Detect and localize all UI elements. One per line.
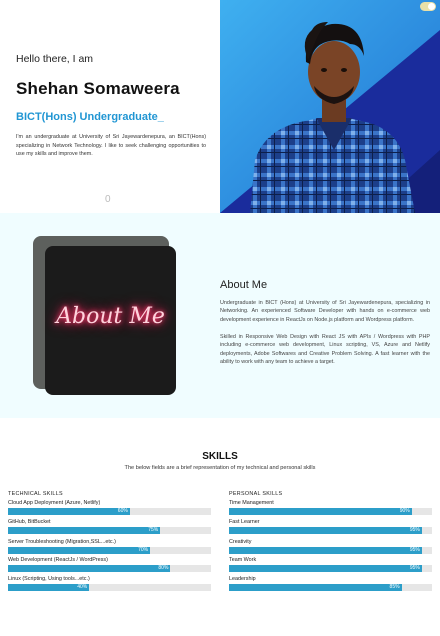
- about-section: About Me About Me Undergraduate in BICT …: [0, 213, 440, 418]
- skill-bar: 95%: [229, 527, 432, 534]
- profile-photo-illustration: [220, 0, 440, 213]
- skill-bar: 95%: [229, 565, 432, 572]
- hero-name: Shehan Somaweera: [16, 79, 180, 98]
- skill-bar-fill: [8, 565, 171, 572]
- skill-bar-fill: [8, 508, 130, 515]
- technical-skill-item: GitHub, BitBucket 75%: [8, 519, 211, 534]
- technical-skill-item: Cloud App Deployment (Azure, Netlify) 60…: [8, 500, 211, 515]
- neon-about-sign: About Me: [56, 304, 165, 329]
- skills-section: SKILLS The below fields are a brief repr…: [0, 418, 440, 636]
- personal-skill-item: Leadership 85%: [229, 576, 432, 591]
- about-card: About Me: [45, 246, 176, 395]
- skill-bar: 95%: [229, 547, 432, 554]
- theme-toggle-icon[interactable]: [428, 3, 435, 10]
- skill-label: GitHub, BitBucket: [8, 519, 51, 525]
- skill-bar: 40%: [8, 584, 211, 591]
- profile-photo: [220, 0, 440, 213]
- skill-bar: 70%: [8, 547, 211, 554]
- technical-skills-title: TECHNICAL SKILLS: [8, 491, 63, 497]
- skill-bar: 75%: [8, 527, 211, 534]
- skill-bar-fill: [8, 527, 161, 534]
- skill-percent: 95%: [409, 547, 420, 553]
- skill-label: Linux (Scripting, Using tools...etc.): [8, 576, 90, 582]
- personal-skill-item: Fast Learner 95%: [229, 519, 432, 534]
- hero-role: BICT(Hons) Undergraduate_: [16, 111, 164, 123]
- skill-bar: 90%: [229, 508, 432, 515]
- skill-bar-fill: [229, 584, 402, 591]
- skill-percent: 75%: [148, 527, 159, 533]
- technical-skill-item: Server Troubleshooting (Migration,SSL...…: [8, 539, 211, 554]
- skill-bar-fill: [229, 547, 422, 554]
- skill-percent: 95%: [409, 565, 420, 571]
- skill-percent: 80%: [158, 565, 169, 571]
- about-paragraph-1: Undergraduate in BICT (Hons) at Universi…: [220, 300, 430, 323]
- skill-percent: 85%: [389, 584, 400, 590]
- skill-bar-fill: [229, 527, 422, 534]
- skill-percent: 40%: [77, 584, 88, 590]
- skill-label: Cloud App Deployment (Azure, Netlify): [8, 500, 101, 506]
- skill-percent: 70%: [138, 547, 149, 553]
- about-title: About Me: [220, 279, 268, 291]
- skill-percent: 95%: [409, 527, 420, 533]
- scroll-indicator[interactable]: 0: [105, 194, 111, 205]
- skill-bar: 85%: [229, 584, 432, 591]
- skills-subtitle: The below fields are a brief representat…: [124, 465, 316, 471]
- greeting-text: Hello there, I am: [16, 53, 94, 65]
- skill-percent: 60%: [117, 508, 128, 514]
- hero-section: Hello there, I am Shehan Somaweera BICT(…: [0, 0, 440, 213]
- skills-title: SKILLS: [202, 451, 238, 462]
- skill-bar: 60%: [8, 508, 211, 515]
- theme-toggle[interactable]: [420, 2, 436, 11]
- technical-skill-item: Linux (Scripting, Using tools...etc.) 40…: [8, 576, 211, 591]
- skill-bar-fill: [229, 508, 412, 515]
- personal-skill-item: Time Management 90%: [229, 500, 432, 515]
- skill-label: Time Management: [229, 500, 274, 506]
- personal-skill-item: Creativity 95%: [229, 539, 432, 554]
- skill-label: Leadership: [229, 576, 256, 582]
- skill-bar: 80%: [8, 565, 211, 572]
- skill-label: Team Work: [229, 557, 257, 563]
- skill-label: Server Troubleshooting (Migration,SSL...…: [8, 539, 116, 545]
- hero-intro-text: I'm an undergraduate at University of Sr…: [16, 134, 206, 158]
- technical-skill-item: Web Development (ReactJs / WordPress) 80…: [8, 557, 211, 572]
- hero-intro: Hello there, I am Shehan Somaweera BICT(…: [16, 0, 216, 213]
- personal-skill-item: Team Work 95%: [229, 557, 432, 572]
- personal-skills-title: PERSONAL SKILLS: [229, 491, 283, 497]
- about-paragraph-2: Skilled in Responsive Web Design with Re…: [220, 334, 430, 366]
- skill-label: Web Development (ReactJs / WordPress): [8, 557, 108, 563]
- skill-bar-fill: [229, 565, 422, 572]
- skill-percent: 90%: [399, 508, 410, 514]
- skill-bar-fill: [8, 547, 151, 554]
- skill-label: Creativity: [229, 539, 252, 545]
- skill-label: Fast Learner: [229, 519, 260, 525]
